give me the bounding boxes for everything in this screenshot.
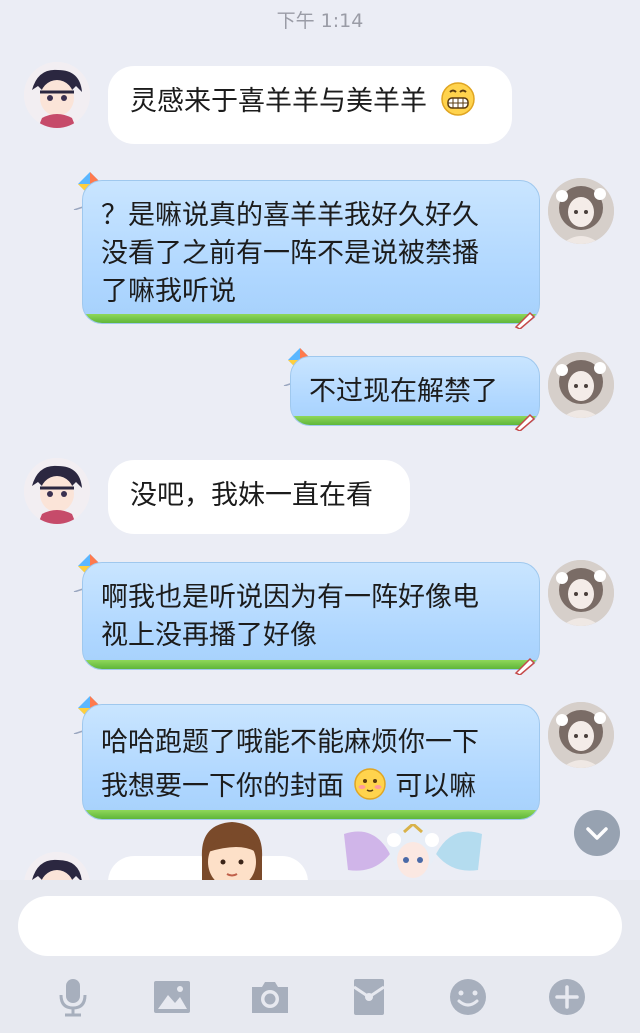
my-avatar[interactable] [548, 178, 614, 244]
grass-decoration [291, 416, 539, 425]
image-button[interactable] [150, 975, 194, 1019]
message-line: 视上没再播了好像 [101, 620, 317, 651]
pencil-decoration-icon [514, 311, 536, 329]
message-text: 没吧，我妹一直在看 [130, 480, 373, 511]
cartoon-girl-sticker[interactable] [196, 818, 268, 880]
anime-girl-avatar-image [548, 178, 614, 244]
message-line: 啊我也是听说因为有一阵好像电 [101, 582, 479, 613]
message-input[interactable] [18, 896, 622, 956]
timestamp: 下午 1:14 [276, 10, 364, 32]
microphone-button[interactable] [51, 975, 95, 1019]
my-avatar[interactable] [548, 352, 614, 418]
message-line: 哈哈跑题了哦能不能麻烦你一下 [101, 727, 479, 758]
chevron-down-icon [586, 827, 608, 840]
grass-decoration [83, 314, 539, 323]
incoming-message-bubble[interactable]: 灵感来于喜羊羊与美羊羊 [108, 66, 512, 144]
outgoing-message-bubble[interactable]: 啊我也是听说因为有一阵好像电 视上没再播了好像 [82, 562, 540, 670]
composer-bar [0, 880, 640, 1033]
plus-icon [549, 979, 585, 1015]
contact-avatar[interactable] [24, 62, 90, 128]
emoji-icon [450, 979, 486, 1015]
scroll-to-bottom-button[interactable] [574, 810, 620, 856]
camera-button[interactable] [248, 975, 292, 1019]
anime-boy-avatar-image [24, 458, 90, 524]
outgoing-message-bubble[interactable]: 哈哈跑题了哦能不能麻烦你一下 我想要一下你的封面 可以嘛 [82, 704, 540, 820]
pencil-decoration-icon [514, 657, 536, 675]
incoming-message-bubble[interactable]: 没吧，我妹一直在看 [108, 460, 410, 534]
microphone-icon [59, 979, 87, 1017]
grinning-emoji-icon [440, 82, 475, 116]
message-line: 我想要一下你的封面 可以嘛 [101, 765, 521, 809]
message-line: ？是嘛说真的喜羊羊我好久好久 [101, 200, 479, 231]
message-line: 没看了之前有一阵不是说被禁播 [101, 238, 479, 269]
anime-girl-avatar-image [548, 352, 614, 418]
message-text: 我想要一下你的封面 [101, 771, 344, 802]
anime-boy-avatar-image [24, 62, 90, 128]
message-line: 了嘛我听说 [101, 276, 236, 307]
grass-decoration [83, 810, 539, 819]
outgoing-message-bubble[interactable]: 不过现在解禁了 [290, 356, 540, 426]
message-line: 不过现在解禁了 [309, 376, 498, 407]
anime-boy-avatar-image [24, 852, 90, 880]
my-avatar[interactable] [548, 560, 614, 626]
pencil-decoration-icon [514, 413, 536, 431]
red-packet-icon [353, 979, 385, 1015]
my-avatar[interactable] [548, 702, 614, 768]
contact-avatar[interactable] [24, 852, 90, 880]
grass-decoration [83, 660, 539, 669]
chat-area[interactable]: 下午 1:14 灵感来于喜羊羊与美羊羊 ？是嘛说真的喜羊羊我好久好久 没看了之前… [0, 0, 640, 880]
fairy-girl-sticker[interactable] [334, 824, 492, 880]
toolbar [0, 975, 640, 1019]
message-text: 灵感来于喜羊羊与美羊羊 [130, 86, 427, 117]
blushing-emoji-icon [353, 768, 386, 800]
message-text: 可以嘛 [395, 771, 477, 802]
anime-girl-avatar-image [548, 560, 614, 626]
outgoing-message-bubble[interactable]: ？是嘛说真的喜羊羊我好久好久 没看了之前有一阵不是说被禁播 了嘛我听说 [82, 180, 540, 324]
anime-girl-avatar-image [548, 702, 614, 768]
plus-button[interactable] [545, 975, 589, 1019]
emoji-button[interactable] [446, 975, 490, 1019]
red-packet-button[interactable] [347, 975, 391, 1019]
camera-icon [252, 982, 288, 1013]
image-icon [154, 981, 190, 1013]
contact-avatar[interactable] [24, 458, 90, 524]
